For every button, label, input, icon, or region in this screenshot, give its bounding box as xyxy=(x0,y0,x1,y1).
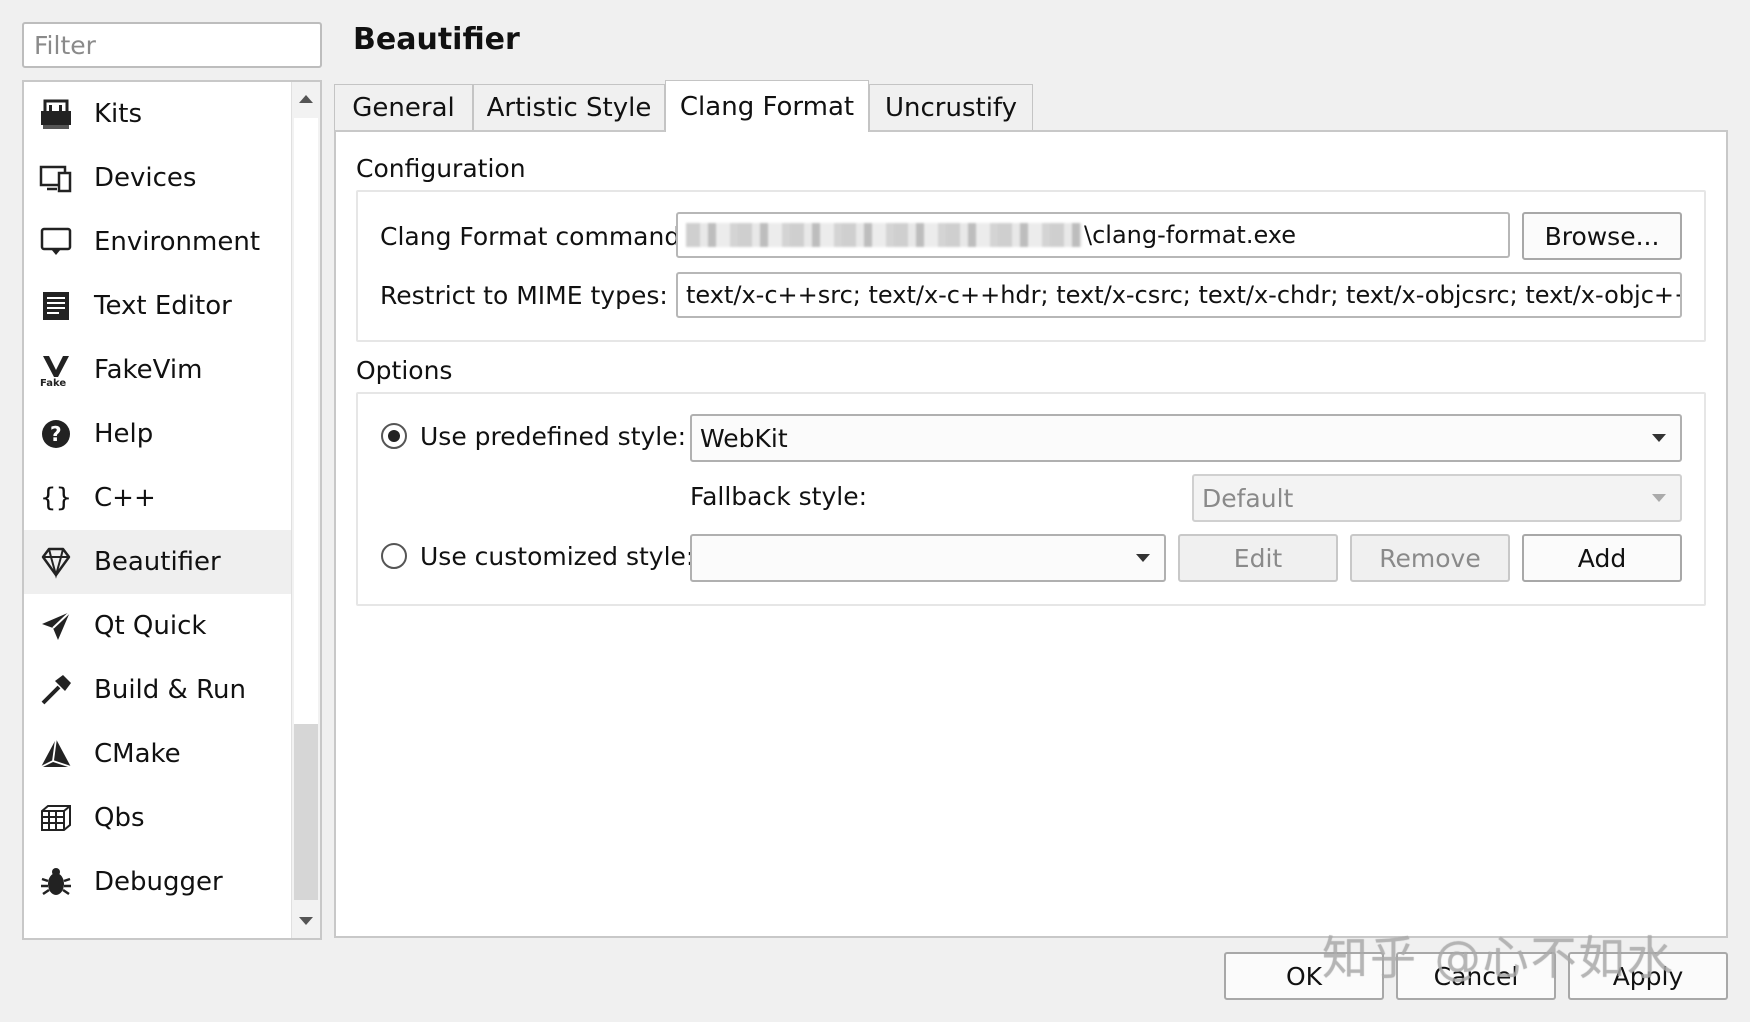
watermark: 知乎 @心不如水 xyxy=(1322,931,1675,985)
customized-style-label[interactable]: Use customized style: xyxy=(420,542,694,571)
edit-button[interactable]: Edit xyxy=(1178,534,1338,582)
mime-types-label: Restrict to MIME types: xyxy=(380,281,668,310)
configuration-section-label: Configuration xyxy=(356,154,526,183)
tab-general[interactable]: General xyxy=(334,84,473,130)
sidebar-item-label: Text Editor xyxy=(94,291,232,321)
sidebar-item-label: CMake xyxy=(94,739,181,769)
sidebar-item-label: Kits xyxy=(94,99,143,129)
sidebar-item-environment[interactable]: Environment xyxy=(24,210,294,274)
sidebar-item-build-run[interactable]: Build & Run xyxy=(24,658,294,722)
qbs-icon xyxy=(38,800,74,836)
sidebar-item-cmake[interactable]: CMake xyxy=(24,722,294,786)
chevron-down-icon xyxy=(1652,494,1666,502)
clang-format-command-input[interactable]: \clang-format.exe xyxy=(676,212,1510,258)
sidebar-item-label: C++ xyxy=(94,483,156,513)
chevron-down-icon xyxy=(1136,554,1150,562)
sidebar-list: Kits Devices Environment Text Editor Fak… xyxy=(24,82,294,914)
paper-plane-icon xyxy=(38,608,74,644)
sidebar-item-qbs[interactable]: Qbs xyxy=(24,786,294,850)
cmake-icon xyxy=(38,736,74,772)
scrollbar-track xyxy=(294,118,318,724)
sidebar-item-text-editor[interactable]: Text Editor xyxy=(24,274,294,338)
tab-artistic-style[interactable]: Artistic Style xyxy=(473,84,665,130)
sidebar-item-label: Build & Run xyxy=(94,675,246,705)
redacted-path xyxy=(686,223,1082,247)
sidebar-item-devices[interactable]: Devices xyxy=(24,146,294,210)
sidebar-item-label: Debugger xyxy=(94,867,223,897)
predefined-style-select[interactable]: WebKit xyxy=(690,414,1682,462)
command-value-suffix: \clang-format.exe xyxy=(1084,221,1297,249)
predefined-style-label[interactable]: Use predefined style: xyxy=(420,422,686,451)
sidebar-item-kits[interactable]: Kits xyxy=(24,82,294,146)
fakevim-icon: Fake xyxy=(38,352,74,388)
diamond-icon xyxy=(38,544,74,580)
sidebar-item-qt-quick[interactable]: Qt Quick xyxy=(24,594,294,658)
sidebar-item-label: Help xyxy=(94,419,154,449)
page-title: Beautifier xyxy=(353,22,520,57)
sidebar-item-beautifier[interactable]: Beautifier xyxy=(24,530,294,594)
fallback-style-label: Fallback style: xyxy=(690,482,868,511)
filter-input[interactable] xyxy=(22,22,322,68)
sidebar-item-label: Qt Quick xyxy=(94,611,207,641)
fallback-style-value: Default xyxy=(1202,483,1294,513)
text-editor-icon xyxy=(38,288,74,324)
sidebar-item-label: Beautifier xyxy=(94,547,221,577)
sidebar-item-help[interactable]: ? Help xyxy=(24,402,294,466)
sidebar-item-label: Environment xyxy=(94,227,261,257)
sidebar-item-label: FakeVim xyxy=(94,355,203,385)
chevron-down-icon xyxy=(1652,434,1666,442)
predefined-style-radio[interactable] xyxy=(381,423,407,449)
bug-icon xyxy=(38,864,74,900)
scroll-down-arrow-icon[interactable] xyxy=(292,906,320,936)
mime-types-input[interactable]: text/x-c++src; text/x-c++hdr; text/x-csr… xyxy=(676,272,1682,318)
browse-button[interactable]: Browse... xyxy=(1522,212,1682,260)
tab-uncrustify[interactable]: Uncrustify xyxy=(869,84,1033,130)
clang-format-command-label: Clang Format command: xyxy=(380,222,689,251)
hammer-icon xyxy=(38,672,74,708)
sidebar-scrollbar[interactable] xyxy=(291,82,320,938)
predefined-style-value: WebKit xyxy=(700,423,788,453)
svg-text:?: ? xyxy=(50,422,62,446)
help-icon: ? xyxy=(38,416,74,452)
sidebar-item-debugger[interactable]: Debugger xyxy=(24,850,294,914)
scroll-up-arrow-icon[interactable] xyxy=(292,84,320,114)
customized-style-radio[interactable] xyxy=(381,543,407,569)
sidebar: Kits Devices Environment Text Editor Fak… xyxy=(22,80,322,940)
tab-clang-format[interactable]: Clang Format xyxy=(665,80,869,132)
devices-icon xyxy=(38,160,74,196)
scrollbar-thumb[interactable] xyxy=(294,724,318,900)
add-button[interactable]: Add xyxy=(1522,534,1682,582)
sidebar-item-cpp[interactable]: {} C++ xyxy=(24,466,294,530)
svg-text:Fake: Fake xyxy=(40,378,66,387)
cpp-braces-icon: {} xyxy=(40,483,72,513)
sidebar-item-label: Devices xyxy=(94,163,197,193)
remove-button[interactable]: Remove xyxy=(1350,534,1510,582)
customized-style-select[interactable] xyxy=(690,534,1166,582)
options-section-label: Options xyxy=(356,356,453,385)
sidebar-item-label: Qbs xyxy=(94,803,145,833)
environment-icon xyxy=(38,224,74,260)
sidebar-item-fakevim[interactable]: Fake FakeVim xyxy=(24,338,294,402)
kits-icon xyxy=(38,96,74,132)
radio-checked-dot xyxy=(388,430,400,442)
fallback-style-select[interactable]: Default xyxy=(1192,474,1682,522)
